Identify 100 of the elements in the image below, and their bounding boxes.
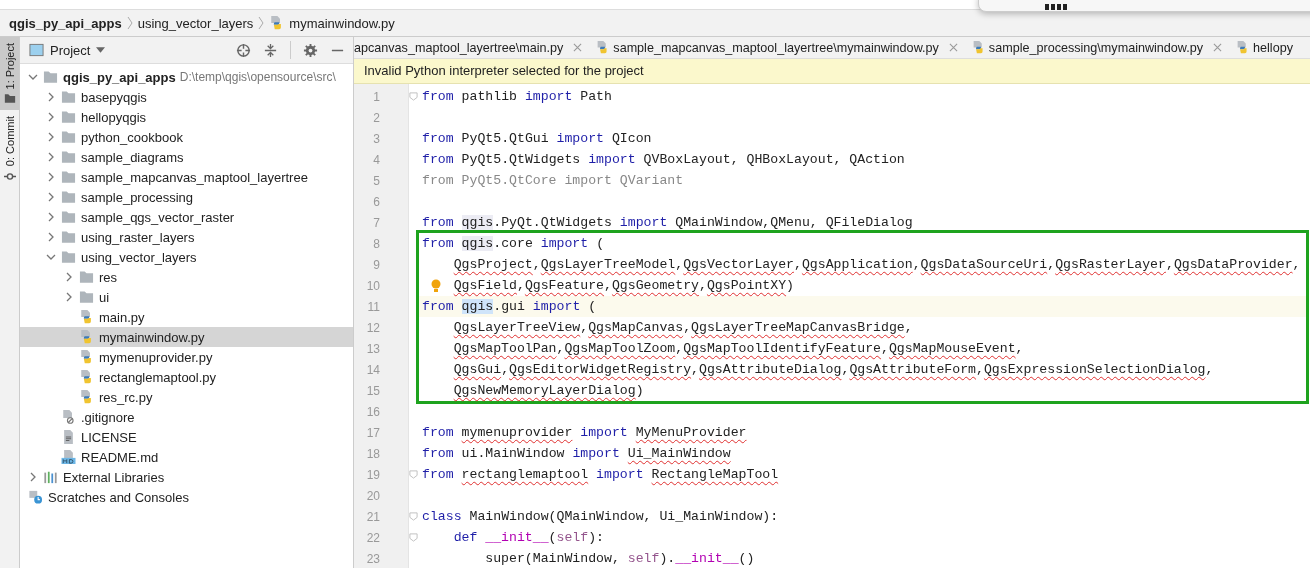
collapsed-chevron-icon[interactable] xyxy=(46,192,56,202)
text-file-icon xyxy=(61,430,76,444)
breadcrumb-item[interactable]: qgis_py_api_apps xyxy=(9,15,122,31)
line-number: 8 xyxy=(372,236,380,251)
markdown-file-icon xyxy=(61,450,76,464)
tree-item[interactable]: README.md xyxy=(20,447,353,467)
editor-tab[interactable]: apcanvas_maptool_layertree\main.py xyxy=(354,37,583,58)
tree-item[interactable]: External Libraries xyxy=(20,467,353,487)
collapsed-chevron-icon[interactable] xyxy=(46,92,56,102)
line-number: 19 xyxy=(365,467,380,482)
line-number: 17 xyxy=(365,425,380,440)
line-number: 18 xyxy=(365,446,380,461)
tree-item[interactable]: python_cookbook xyxy=(20,127,353,147)
code-line: from PyQt5.QtGui import QIcon xyxy=(422,131,652,146)
commit-icon xyxy=(3,170,16,182)
folder-icon xyxy=(61,110,76,124)
settings-icon[interactable] xyxy=(303,42,318,58)
code-line: from PyQt5.QtCore import QVariant xyxy=(422,173,684,188)
line-number: 5 xyxy=(372,173,380,188)
folder-icon xyxy=(61,230,76,244)
tree-item[interactable]: .gitignore xyxy=(20,407,353,427)
scratches-icon xyxy=(28,490,43,504)
tree-item[interactable]: hellopyqgis xyxy=(20,107,353,127)
code-line: class MainWindow(QMainWindow, Ui_MainWindow): xyxy=(422,509,779,524)
line-number: 21 xyxy=(365,509,380,524)
close-icon[interactable] xyxy=(1213,43,1223,52)
collapsed-chevron-icon[interactable] xyxy=(64,292,74,302)
folder-icon xyxy=(61,130,76,144)
tree-item[interactable]: rectanglemaptool.py xyxy=(20,367,353,387)
editor-tab[interactable]: hellopy xyxy=(1222,37,1293,58)
tree-item[interactable]: basepyqgis xyxy=(20,87,353,107)
line-number: 15 xyxy=(365,383,380,398)
line-number: 20 xyxy=(365,488,380,503)
locate-icon[interactable] xyxy=(236,42,251,58)
collapsed-chevron-icon[interactable] xyxy=(46,132,56,142)
chevron-icon xyxy=(126,16,133,30)
line-number: 4 xyxy=(372,152,380,167)
tree-item[interactable]: qgis_py_api_apps D:\temp\qgis\opensource\src\ xyxy=(20,67,353,87)
tree-item[interactable]: res xyxy=(20,267,353,287)
code-line: from ui.MainWindow import Ui_MainWindow xyxy=(422,446,731,461)
libraries-icon xyxy=(43,470,58,484)
tree-item[interactable]: LICENSE xyxy=(20,427,353,447)
folder-icon xyxy=(61,250,76,264)
expanded-chevron-icon[interactable] xyxy=(28,72,38,82)
collapsed-chevron-icon[interactable] xyxy=(64,272,74,282)
side-tab[interactable]: 1: Project xyxy=(0,37,19,111)
warning-banner: Invalid Python interpreter selected for the project xyxy=(354,59,1310,84)
editor-tab[interactable]: sample_mapcanvas_maptool_layertree\mymainwindow.py xyxy=(582,37,958,58)
tree-item[interactable]: sample_mapcanvas_maptool_layertree xyxy=(20,167,353,187)
python-file-icon xyxy=(79,310,94,324)
panel-icon xyxy=(29,43,44,57)
tree-item[interactable]: mymenuprovider.py xyxy=(20,347,353,367)
breadcrumb-item[interactable]: mymainwindow.py xyxy=(289,15,395,31)
code-line: QgsNewMemoryLayerDialog) xyxy=(453,383,644,398)
tree-item[interactable]: sample_diagrams xyxy=(20,147,353,167)
collapse-icon[interactable] xyxy=(263,42,278,58)
folder-icon xyxy=(3,93,16,105)
collapsed-chevron-icon[interactable] xyxy=(46,172,56,182)
tree-item[interactable]: sample_qgs_vector_raster xyxy=(20,207,353,227)
folder-icon xyxy=(79,290,94,304)
python-file-icon xyxy=(79,370,94,384)
code-line: def __init__(self): xyxy=(453,530,604,545)
collapsed-chevron-icon[interactable] xyxy=(46,212,56,222)
collapsed-chevron-icon[interactable] xyxy=(28,472,38,482)
editor-tab[interactable]: sample_processing\mymainwindow.py xyxy=(957,37,1223,58)
folder-icon xyxy=(61,190,76,204)
tree-item[interactable]: sample_processing xyxy=(20,187,353,207)
code-line: from qgis.PyQt.QtWidgets import QMainWindow,QMenu, QFileDialog xyxy=(422,215,913,230)
breadcrumb-item[interactable]: using_vector_layers xyxy=(137,15,254,31)
line-number: 11 xyxy=(366,299,380,314)
project-path: D:\temp\qgis\opensource\src\ xyxy=(179,70,336,84)
code-line: QgsMapToolPan,QgsMapToolZoom,QgsMapToolIdentifyFeature,QgsMapMouseEvent, xyxy=(453,341,1024,356)
collapsed-chevron-icon[interactable] xyxy=(46,232,56,242)
close-icon[interactable] xyxy=(948,43,958,52)
tree-item[interactable]: Scratches and Consoles xyxy=(20,487,353,507)
tree-item[interactable]: main.py xyxy=(20,307,353,327)
side-tab[interactable]: 0: Commit xyxy=(0,110,19,188)
tree-item[interactable]: ui xyxy=(20,287,353,307)
tree-item[interactable]: using_raster_layers xyxy=(20,227,353,247)
collapsed-chevron-icon[interactable] xyxy=(46,112,56,122)
code-line: from qgis.gui import ( xyxy=(422,299,597,314)
python-file-icon xyxy=(79,390,94,404)
code-line: QgsProject,QgsLayerTreeModel,QgsVectorLayer,QgsApplication,QgsDataSourceUri,QgsRasterLayer,QgsDataProvider, xyxy=(453,257,1301,272)
panel-title[interactable]: Project xyxy=(50,42,91,58)
close-icon[interactable] xyxy=(573,43,583,52)
tree-item[interactable]: using_vector_layers xyxy=(20,247,353,267)
collapsed-chevron-icon[interactable] xyxy=(46,152,56,162)
folder-icon xyxy=(61,150,76,164)
code-line: from rectanglemaptool import RectangleMapTool xyxy=(422,467,779,482)
tree-item[interactable]: res_rc.py xyxy=(20,387,353,407)
line-number: 1 xyxy=(372,89,380,104)
code-line: QgsGui,QgsEditorWidgetRegistry,QgsAttributeDialog,QgsAttributeForm,QgsExpressionSelectionDialog, xyxy=(453,362,1214,377)
dropdown-icon[interactable] xyxy=(96,47,106,53)
line-number: 10 xyxy=(365,278,380,293)
expanded-chevron-icon[interactable] xyxy=(46,252,56,262)
folder-icon xyxy=(61,210,76,224)
line-number: 12 xyxy=(365,320,380,335)
ignored-file-icon xyxy=(61,410,76,424)
folder-icon xyxy=(43,70,58,84)
tree-item[interactable]: mymainwindow.py xyxy=(20,327,353,347)
